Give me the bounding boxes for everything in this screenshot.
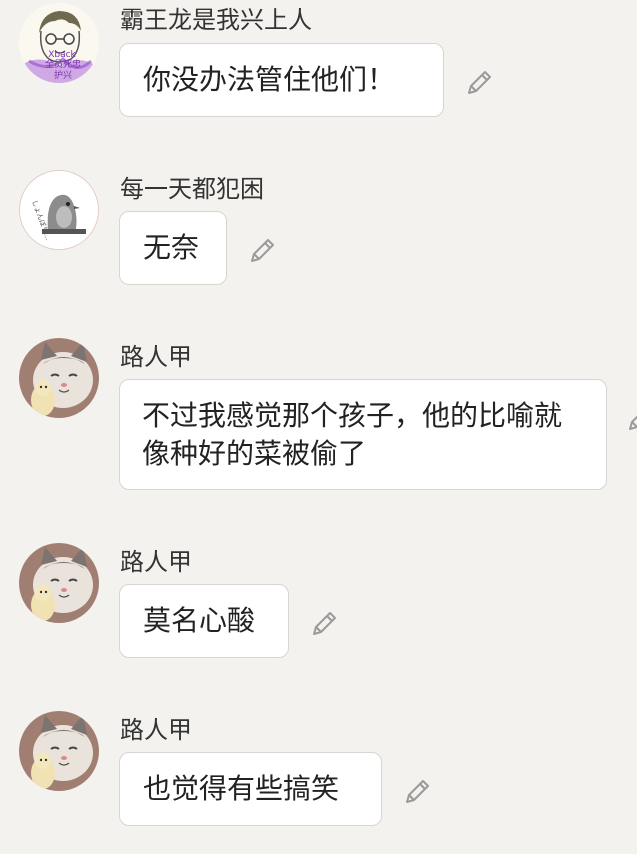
sketch-avatar-image: Xback 全员死忠 护兴 <box>19 3 99 83</box>
avatar[interactable]: しょんぼり… <box>19 170 99 250</box>
avatar[interactable] <box>19 543 99 623</box>
kitten-avatar-image <box>19 543 99 623</box>
message-bubble[interactable]: 你没办法管住他们！ <box>119 43 444 117</box>
avatar-text-3: 护兴 <box>54 69 72 81</box>
sender-name: 路人甲 <box>120 548 192 576</box>
chat-thread: Xback 全员死忠 护兴 霸王龙是我兴上人 你没办法管住他们！ しょんぼり… … <box>0 0 637 854</box>
avatar[interactable] <box>19 711 99 791</box>
avatar[interactable]: Xback 全员死忠 护兴 <box>19 3 99 83</box>
message-bubble[interactable]: 也觉得有些搞笑 <box>119 752 382 826</box>
sender-name: 路人甲 <box>120 343 192 371</box>
sender-name: 路人甲 <box>120 716 192 744</box>
sender-name: 霸王龙是我兴上人 <box>120 6 312 34</box>
kitten-avatar-image <box>19 338 99 418</box>
pencil-edit-icon[interactable] <box>463 67 495 99</box>
avatar[interactable] <box>19 338 99 418</box>
message-bubble[interactable]: 无奈 <box>119 211 227 285</box>
pencil-edit-icon[interactable] <box>401 776 433 808</box>
avatar-text-2: 全员死忠 <box>45 58 81 70</box>
message-bubble[interactable]: 莫名心酸 <box>119 584 289 658</box>
avatar-text-1: Xback <box>48 50 76 60</box>
sender-name: 每一天都犯困 <box>120 175 264 203</box>
pencil-edit-icon[interactable] <box>308 608 340 640</box>
penguin-avatar-image: しょんぼり… <box>20 171 98 249</box>
message-bubble[interactable]: 不过我感觉那个孩子，他的比喻就像种好的菜被偷了 <box>119 379 607 490</box>
pencil-edit-icon[interactable] <box>624 403 637 435</box>
kitten-avatar-image <box>19 711 99 791</box>
pencil-edit-icon[interactable] <box>246 235 278 267</box>
